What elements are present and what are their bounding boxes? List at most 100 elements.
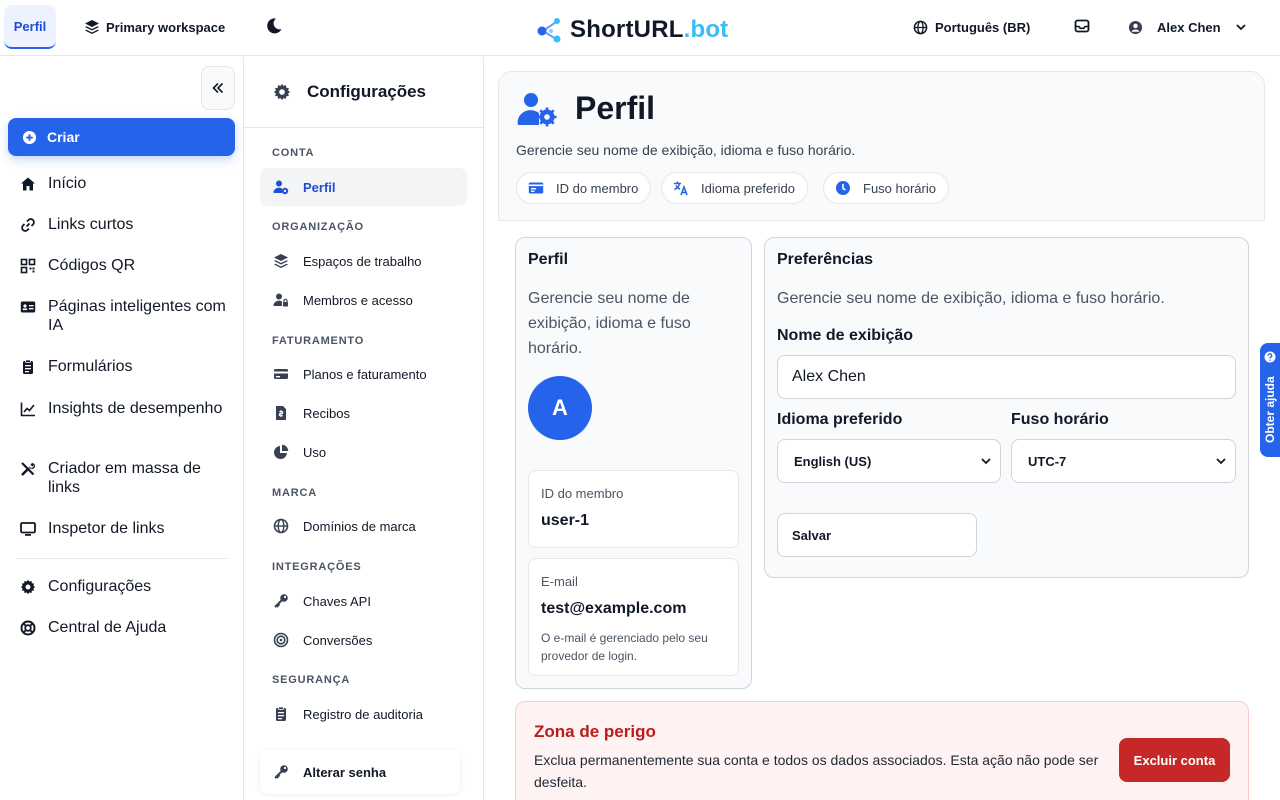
settings-item-label: Membros e acesso (303, 292, 413, 308)
pill-language[interactable]: Idioma preferido (661, 172, 808, 204)
moon-icon (265, 17, 285, 35)
user-avatar-icon (1128, 20, 1143, 35)
danger-zone-title: Zona de perigo (534, 722, 656, 741)
settings-item-label: Perfil (303, 179, 336, 195)
nav-label: Links curtos (48, 216, 134, 233)
email-box: E-mail test@example.com O e-mail é geren… (528, 558, 739, 676)
nav-label: Central de Ajuda (48, 619, 167, 636)
create-button[interactable]: Criar (8, 118, 235, 156)
settings-item-conversoes[interactable]: Conversões (260, 621, 467, 659)
layers-icon (273, 253, 289, 269)
member-id-value: user-1 (541, 512, 590, 529)
help-tab[interactable]: Obter ajuda (1260, 343, 1280, 457)
pill-label: Fuso horário (863, 180, 936, 196)
nav-label: Páginas inteligentes com IA (48, 298, 226, 334)
receipt-icon (273, 405, 289, 421)
page-header: Perfil Gerencie seu nome de exibição, id… (498, 71, 1265, 221)
pill-timezone[interactable]: Fuso horário (823, 172, 949, 204)
qr-icon (20, 258, 36, 274)
globe-icon (913, 20, 928, 35)
settings-item-chaves[interactable]: Chaves API (260, 582, 467, 620)
settings-item-uso[interactable]: Uso (260, 433, 467, 471)
settings-item-label: Planos e faturamento (303, 366, 427, 382)
logo-network-icon (536, 16, 564, 44)
nav-label: Configurações (48, 578, 152, 595)
theme-toggle-button[interactable] (265, 17, 285, 37)
settings-item-recibos[interactable]: Recibos (260, 394, 467, 432)
inbox-button[interactable] (1074, 18, 1092, 36)
nav-paginas-inteligentes[interactable]: Páginas inteligentes com IA (20, 297, 235, 335)
nav-inicio[interactable]: Início (20, 174, 235, 193)
credit-card-icon (273, 366, 289, 382)
settings-item-membros[interactable]: Membros e acesso (260, 281, 467, 319)
section-label-seguranca: SEGURANÇA (272, 674, 351, 686)
logo-main: ShortURL (570, 16, 684, 43)
nav-configuracoes[interactable]: Configurações (20, 577, 235, 596)
pill-member-id[interactable]: ID do membro (516, 172, 652, 204)
double-chevron-left-icon (211, 81, 225, 95)
logo[interactable]: ShortURL.bot (536, 14, 728, 46)
gear-icon (273, 83, 291, 101)
user-name: Alex Chen (1157, 19, 1221, 35)
danger-zone: Zona de perigo Exclua permanentemente su… (515, 701, 1249, 800)
nav-label: Criador em massa de links (48, 460, 201, 496)
layers-icon (84, 19, 100, 35)
preferences-card: Preferências Gerencie seu nome de exibiç… (764, 237, 1249, 578)
timezone-select[interactable]: UTC-7 (1011, 439, 1236, 483)
settings-item-label: Domínios de marca (303, 518, 416, 534)
settings-item-perfil[interactable]: Perfil (260, 168, 467, 206)
section-label-integracoes: INTEGRAÇÕES (272, 561, 362, 573)
tools-icon (20, 461, 36, 477)
settings-item-dominios[interactable]: Domínios de marca (260, 507, 467, 545)
profile-card-title: Perfil (528, 251, 569, 268)
nav-inspetor-links[interactable]: Inspetor de links (20, 519, 235, 538)
collapse-sidebar-button[interactable] (201, 66, 235, 110)
change-password-button[interactable]: Alterar senha (260, 750, 460, 794)
pie-chart-icon (273, 444, 289, 460)
nav-codigos-qr[interactable]: Códigos QR (20, 256, 235, 275)
settings-panel: Configurações CONTA Perfil ORGANIZAÇÃO E… (244, 57, 484, 800)
nav-criador-massa[interactable]: Criador em massa de links (20, 459, 235, 497)
settings-item-espacos[interactable]: Espaços de trabalho (260, 242, 467, 280)
delete-account-button[interactable]: Excluir conta (1119, 738, 1230, 782)
inbox-icon (1074, 18, 1092, 34)
workspace-name: Primary workspace (106, 19, 226, 35)
nav-formularios[interactable]: Formulários (20, 357, 235, 376)
save-button[interactable]: Salvar (777, 513, 977, 557)
nav-links-curtos[interactable]: Links curtos (20, 215, 235, 234)
top-bar: Perfil Primary workspace ShortURL.bot Po… (0, 0, 1280, 56)
plus-circle-icon (22, 130, 37, 145)
page-title: Perfil (517, 90, 655, 127)
nav-label: Formulários (48, 358, 133, 375)
main-content: Perfil Gerencie seu nome de exibição, id… (484, 57, 1280, 800)
nav-central-ajuda[interactable]: Central de Ajuda (20, 618, 235, 637)
user-lock-icon (273, 292, 289, 308)
language-select[interactable]: English (US) (777, 439, 1001, 483)
timezone-label: Fuso horário (1011, 411, 1109, 428)
main-sidebar: Criar Início Links curtos Códigos QR Pág… (0, 57, 244, 800)
workspace-selector[interactable]: Primary workspace (84, 16, 225, 38)
tab-perfil[interactable]: Perfil (4, 5, 56, 49)
settings-item-auditoria[interactable]: Registro de auditoria (260, 695, 467, 733)
page-title-text: Perfil (575, 90, 656, 126)
member-id-label: ID do membro (541, 486, 624, 501)
user-gear-icon (517, 91, 557, 127)
pill-label: Idioma preferido (701, 180, 795, 196)
nav-insights[interactable]: Insights de desempenho (20, 399, 235, 418)
user-gear-icon (273, 179, 289, 195)
language-label: Idioma preferido (777, 411, 903, 428)
chevron-down-icon (980, 455, 992, 467)
settings-item-planos[interactable]: Planos e faturamento (260, 355, 467, 393)
chart-line-icon (20, 401, 36, 417)
display-name-input[interactable] (777, 355, 1236, 399)
language-select-value: English (US) (794, 453, 872, 469)
settings-item-label: Uso (303, 444, 327, 460)
change-password-label: Alterar senha (303, 764, 387, 780)
language-selector[interactable]: Português (BR) (913, 17, 1030, 37)
settings-title: Configurações (307, 82, 427, 101)
user-menu[interactable]: Alex Chen (1128, 16, 1247, 38)
help-circle-icon (1264, 351, 1276, 363)
display-name-label: Nome de exibição (777, 327, 914, 344)
key-icon (273, 764, 289, 780)
clipboard-icon (20, 359, 36, 375)
